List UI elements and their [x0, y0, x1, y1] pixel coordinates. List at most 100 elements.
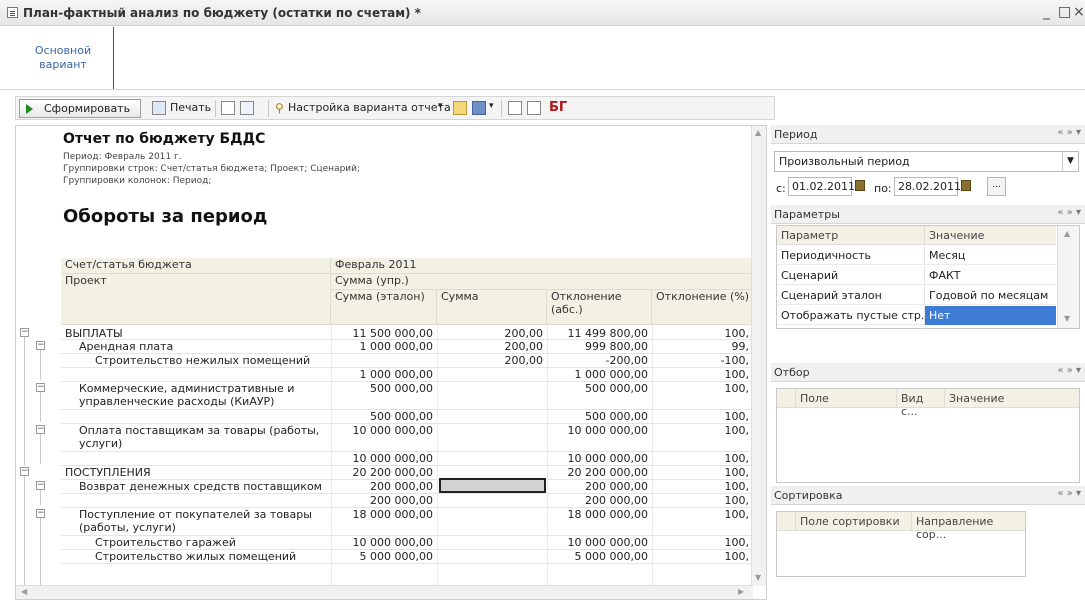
vertical-scrollbar[interactable]: ▲ ▼ — [751, 126, 766, 586]
scroll-up-icon[interactable]: ▲ — [755, 128, 761, 137]
params-scrollbar[interactable]: ▲ ▼ — [1057, 226, 1079, 328]
scroll-down-icon[interactable]: ▼ — [1064, 314, 1070, 323]
report-row-value[interactable]: 100, — [652, 536, 753, 549]
calendar-icon[interactable] — [961, 180, 971, 191]
report-row-value[interactable]: -200,00 — [547, 354, 652, 367]
report-row-name[interactable]: Коммерческие, административные и управле… — [79, 382, 327, 408]
report-row-value[interactable]: 200,00 — [437, 354, 547, 367]
chevron-down-icon[interactable]: ▾ — [438, 101, 443, 111]
report-row-value[interactable]: 10 000 000,00 — [547, 424, 652, 437]
report-row-value[interactable]: 10 000 000,00 — [331, 452, 437, 465]
logo-icon[interactable]: БΓ — [549, 100, 567, 115]
period-more-button[interactable]: ... — [987, 177, 1006, 196]
param-value[interactable]: Нет — [924, 306, 1056, 325]
grid-icon[interactable] — [527, 101, 541, 115]
period-from-input[interactable]: 01.02.2011 — [788, 177, 855, 196]
report-row-value[interactable]: 100, — [652, 494, 753, 507]
report-row-value[interactable]: 200,00 — [437, 340, 547, 353]
horizontal-scrollbar[interactable]: ◀ ▶ — [16, 585, 753, 599]
filter-grid[interactable]: Поле Вид с... Значение — [776, 388, 1080, 483]
panel-nav-icon[interactable]: « » ▾ — [1057, 127, 1081, 138]
report-row-name[interactable]: Строительство нежилых помещений — [95, 354, 327, 367]
print-button[interactable]: Печать — [166, 99, 215, 118]
report-row-value[interactable]: 1 000 000,00 — [331, 340, 437, 353]
report-row-value[interactable]: 99, — [652, 340, 753, 353]
folder-icon[interactable] — [453, 101, 467, 115]
report-row-value[interactable]: 100, — [652, 480, 753, 493]
params-row[interactable]: Периодичность Месяц — [777, 246, 1056, 265]
params-row[interactable]: Сценарий эталон Годовой по месяцам — [777, 286, 1056, 305]
report-row-value[interactable]: 10 000 000,00 — [331, 424, 437, 437]
report-row-value[interactable]: 1 000 000,00 — [331, 368, 437, 381]
report-spreadsheet[interactable]: Отчет по бюджету БДДС Период: Февраль 20… — [15, 125, 767, 600]
period-to-input[interactable]: 28.02.2011 — [894, 177, 961, 196]
scroll-left-icon[interactable]: ◀ — [21, 587, 27, 596]
chevron-down-icon[interactable]: ▼ — [1062, 152, 1078, 171]
report-row-value[interactable]: 200 000,00 — [547, 494, 652, 507]
report-row-value[interactable]: 10 000 000,00 — [547, 452, 652, 465]
selected-cell[interactable] — [439, 478, 546, 493]
tree-collapse-icon[interactable]: − — [36, 481, 45, 490]
report-row-value[interactable]: 100, — [652, 508, 753, 521]
report-row-value[interactable]: 10 000 000,00 — [331, 536, 437, 549]
report-row-value[interactable]: 100, — [652, 382, 753, 395]
report-row-value[interactable]: 18 000 000,00 — [547, 508, 652, 521]
report-row-value[interactable]: 500 000,00 — [331, 410, 437, 423]
report-row-value[interactable]: 1 000 000,00 — [547, 368, 652, 381]
report-row-value[interactable]: 10 000 000,00 — [547, 536, 652, 549]
params-row[interactable]: Сценарий ФАКТ — [777, 266, 1056, 285]
report-row-value[interactable]: 100, — [652, 368, 753, 381]
report-row-name[interactable]: Строительство гаражей — [95, 536, 327, 549]
report-row-value[interactable]: 100, — [652, 550, 753, 563]
chevron-down-icon[interactable]: ▾ — [489, 101, 494, 111]
param-value[interactable]: ФАКТ — [924, 266, 1056, 285]
layout-icon[interactable] — [508, 101, 522, 115]
period-type-select[interactable]: Произвольный период ▼ — [774, 151, 1079, 172]
report-row-value[interactable]: 5 000 000,00 — [331, 550, 437, 563]
report-row-value[interactable]: 100, — [652, 466, 753, 479]
report-row-value[interactable]: 20 200 000,00 — [331, 466, 437, 479]
report-row-value[interactable]: 200 000,00 — [547, 480, 652, 493]
report-row-value[interactable]: 500 000,00 — [547, 382, 652, 395]
calendar-icon[interactable] — [855, 180, 865, 191]
report-row-value[interactable]: 5 000 000,00 — [547, 550, 652, 563]
panel-nav-icon[interactable]: « » ▾ — [1057, 365, 1081, 376]
variant-main-button[interactable]: Основной вариант — [14, 44, 112, 72]
variant-settings-button[interactable]: Настройка варианта отчета — [284, 99, 455, 118]
report-row-value[interactable]: 500 000,00 — [331, 382, 437, 395]
table-icon[interactable] — [221, 101, 235, 115]
report-row-value[interactable]: 100, — [652, 452, 753, 465]
report-row-name[interactable]: Арендная плата — [79, 340, 327, 353]
tree-collapse-icon[interactable]: − — [36, 425, 45, 434]
param-value[interactable]: Месяц — [924, 246, 1056, 265]
save-icon[interactable] — [472, 101, 486, 115]
report-row-value[interactable]: 18 000 000,00 — [331, 508, 437, 521]
panel-nav-icon[interactable]: « » ▾ — [1057, 488, 1081, 499]
report-row-name[interactable]: Возврат денежных средств поставщиком — [79, 480, 327, 493]
report-row-value[interactable]: 20 200 000,00 — [547, 466, 652, 479]
report-row-name[interactable]: Строительство жилых помещений — [95, 550, 327, 563]
report-row-value[interactable]: 100, — [652, 410, 753, 423]
close-button[interactable]: × — [1073, 4, 1085, 20]
report-row-value[interactable]: 200 000,00 — [331, 494, 437, 507]
report-row-value[interactable]: -100, — [652, 354, 753, 367]
panel-nav-icon[interactable]: « » ▾ — [1057, 207, 1081, 218]
report-row-value[interactable]: 100, — [652, 424, 753, 437]
minimize-button[interactable]: _ — [1043, 4, 1050, 20]
report-row-value[interactable]: 200 000,00 — [331, 480, 437, 493]
scroll-up-icon[interactable]: ▲ — [1064, 229, 1070, 238]
tree-collapse-icon[interactable]: − — [20, 467, 29, 476]
report-row-value[interactable]: 999 800,00 — [547, 340, 652, 353]
report-row-name[interactable]: ПОСТУПЛЕНИЯ — [65, 466, 327, 479]
tree-collapse-icon[interactable]: − — [36, 341, 45, 350]
tree-collapse-icon[interactable]: − — [20, 328, 29, 337]
scroll-right-icon[interactable]: ▶ — [738, 587, 744, 596]
form-report-button[interactable]: Сформировать — [19, 99, 141, 118]
report-row-name[interactable]: Поступление от покупателей за товары (ра… — [79, 508, 327, 534]
report-row-name[interactable]: Оплата поставщикам за товары (работы, ус… — [79, 424, 327, 450]
params-row[interactable]: Отображать пустые стр... Нет — [777, 306, 1056, 325]
maximize-button[interactable]: □ — [1058, 4, 1071, 20]
font-icon[interactable] — [240, 101, 254, 115]
tree-collapse-icon[interactable]: − — [36, 509, 45, 518]
param-value[interactable]: Годовой по месяцам — [924, 286, 1056, 305]
